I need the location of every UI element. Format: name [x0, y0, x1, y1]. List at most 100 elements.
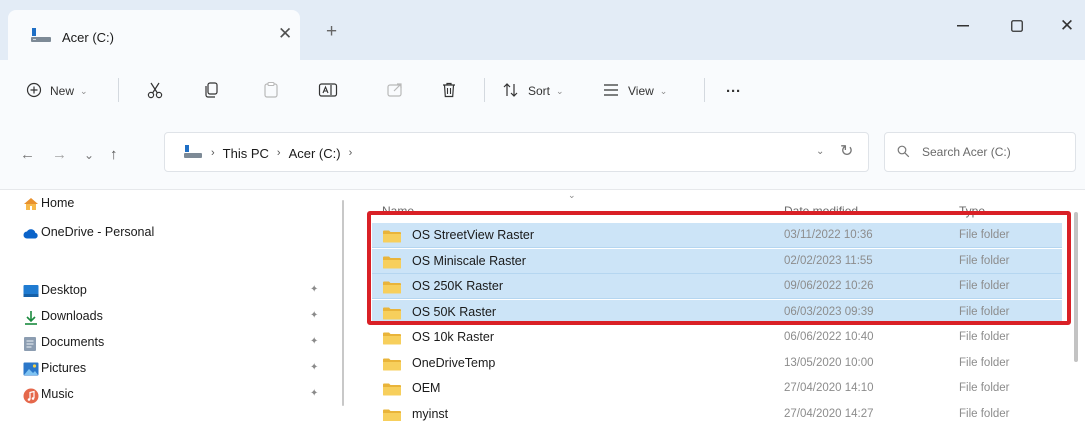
copy-button[interactable]	[203, 60, 221, 122]
pin-icon[interactable]: ✦	[310, 310, 318, 321]
minimize-button[interactable]	[940, 8, 986, 44]
view-label: View	[628, 84, 654, 98]
file-type: File folder	[959, 382, 1010, 394]
pin-icon[interactable]: ✦	[310, 336, 318, 347]
desktop-icon	[23, 284, 39, 301]
date-modified: 27/04/2020 14:10	[784, 382, 874, 394]
sort-icon	[502, 82, 520, 101]
rename-icon	[318, 81, 338, 102]
pin-icon[interactable]: ✦	[310, 362, 318, 373]
tab-acer-c[interactable]: Acer (C:) ✕	[8, 10, 300, 60]
address-bar[interactable]: › This PC › Acer (C:) › ⌄ ↻	[164, 132, 869, 172]
file-type: File folder	[959, 356, 1010, 369]
chevron-down-icon: ⌄	[659, 85, 668, 96]
file-row[interactable]: OEM 27/04/2020 14:10 File folder	[372, 376, 1062, 401]
address-dropdown-icon[interactable]: ⌄	[816, 146, 824, 157]
nav-item-home[interactable]: Home	[0, 192, 340, 216]
drive-icon	[183, 144, 203, 162]
file-name: OneDriveTemp	[412, 355, 496, 370]
more-options-button[interactable]: ···	[726, 60, 741, 122]
search-placeholder: Search Acer (C:)	[922, 145, 1011, 159]
folder-icon	[382, 357, 402, 374]
refresh-button[interactable]: ↻	[840, 141, 853, 161]
separator	[118, 78, 119, 102]
nav-item-documents[interactable]: Documents ✦	[0, 331, 340, 355]
nav-item-label: Desktop	[41, 283, 87, 297]
drive-icon	[30, 27, 52, 46]
file-row[interactable]: OS 10k Raster 06/06/2022 10:40 File folder	[372, 325, 1062, 350]
copy-icon	[203, 81, 221, 102]
nav-item-label: Home	[41, 196, 75, 210]
cut-icon	[146, 81, 164, 102]
new-tab-button[interactable]: +	[326, 22, 337, 41]
search-input[interactable]: Search Acer (C:)	[884, 132, 1076, 172]
search-icon	[897, 145, 910, 161]
command-bar: New ⌄ Sort ⌄ View ⌄ ···	[0, 60, 1085, 122]
pin-icon[interactable]: ✦	[310, 284, 318, 295]
delete-button[interactable]	[440, 60, 458, 122]
documents-icon	[23, 336, 37, 355]
share-button[interactable]	[386, 60, 404, 122]
folder-icon	[382, 331, 402, 348]
forward-button[interactable]: →	[52, 146, 67, 164]
paste-icon	[262, 81, 280, 102]
sort-button[interactable]: Sort ⌄	[502, 60, 564, 122]
breadcrumb-this-pc[interactable]: This PC	[223, 146, 269, 161]
sort-indicator-icon: ⌄	[568, 190, 576, 200]
back-button[interactable]: ←	[20, 146, 35, 164]
date-modified: 13/05/2020 10:00	[784, 356, 874, 369]
title-bar: Acer (C:) ✕ + ✕	[0, 0, 1085, 60]
more-icon: ···	[726, 82, 741, 100]
breadcrumb-separator: ›	[348, 147, 353, 159]
maximize-button[interactable]	[994, 8, 1040, 44]
close-window-button[interactable]: ✕	[1044, 8, 1085, 44]
folder-icon	[382, 382, 402, 399]
plus-circle-icon	[26, 82, 42, 101]
onedrive-cloud-icon	[23, 228, 39, 242]
delete-icon	[440, 81, 458, 102]
view-button[interactable]: View ⌄	[602, 60, 667, 122]
tab-close-icon[interactable]: ✕	[278, 25, 292, 42]
nav-item-label: Downloads	[41, 309, 103, 323]
download-icon	[23, 310, 39, 329]
navigation-pane: Home OneDrive - Personal Desktop ✦ Downl…	[0, 190, 352, 421]
rename-button[interactable]	[318, 60, 338, 122]
pictures-icon	[23, 362, 39, 379]
breadcrumb-acer-c[interactable]: Acer (C:)	[289, 146, 341, 161]
pane-divider[interactable]	[342, 200, 344, 406]
up-button[interactable]: ↑	[110, 146, 118, 164]
pin-icon[interactable]: ✦	[310, 388, 318, 399]
red-highlight-box	[367, 211, 1071, 325]
sort-label: Sort	[528, 84, 551, 98]
file-row[interactable]: myinst 27/04/2020 14:27 File folder	[372, 402, 1062, 421]
nav-item-label: Pictures	[41, 361, 87, 375]
nav-item-label: OneDrive - Personal	[41, 225, 155, 239]
chevron-down-icon: ⌄	[80, 85, 88, 96]
nav-item-onedrive[interactable]: OneDrive - Personal	[0, 221, 340, 245]
paste-button[interactable]	[262, 60, 280, 122]
breadcrumb-separator: ›	[211, 147, 215, 159]
cut-button[interactable]	[146, 60, 164, 122]
chevron-down-icon: ⌄	[556, 85, 564, 96]
vertical-scrollbar[interactable]	[1074, 212, 1078, 362]
nav-item-downloads[interactable]: Downloads ✦	[0, 305, 340, 329]
nav-item-label: Documents	[41, 335, 105, 349]
home-icon	[23, 197, 39, 214]
file-name: OEM	[412, 381, 441, 395]
new-button[interactable]: New ⌄	[26, 60, 88, 122]
nav-item-music[interactable]: Music ✦	[0, 383, 340, 407]
nav-item-desktop[interactable]: Desktop ✦	[0, 279, 340, 303]
share-icon	[386, 81, 404, 102]
file-name: OS 10k Raster	[412, 330, 494, 344]
recent-locations-button[interactable]: ⌄	[84, 146, 94, 164]
file-row[interactable]: OneDriveTemp 13/05/2020 10:00 File folder	[372, 351, 1062, 376]
nav-item-pictures[interactable]: Pictures ✦	[0, 357, 340, 381]
view-icon	[602, 83, 620, 100]
date-modified: 06/06/2022 10:40	[784, 331, 874, 343]
music-icon	[23, 388, 39, 407]
separator	[484, 78, 485, 102]
date-modified: 27/04/2020 14:27	[784, 407, 874, 420]
file-type: File folder	[959, 331, 1010, 343]
address-row: ← → ⌄ ↑ › This PC › Acer (C:) › ⌄ ↻ Sear…	[0, 122, 1085, 190]
file-type: File folder	[959, 407, 1010, 420]
